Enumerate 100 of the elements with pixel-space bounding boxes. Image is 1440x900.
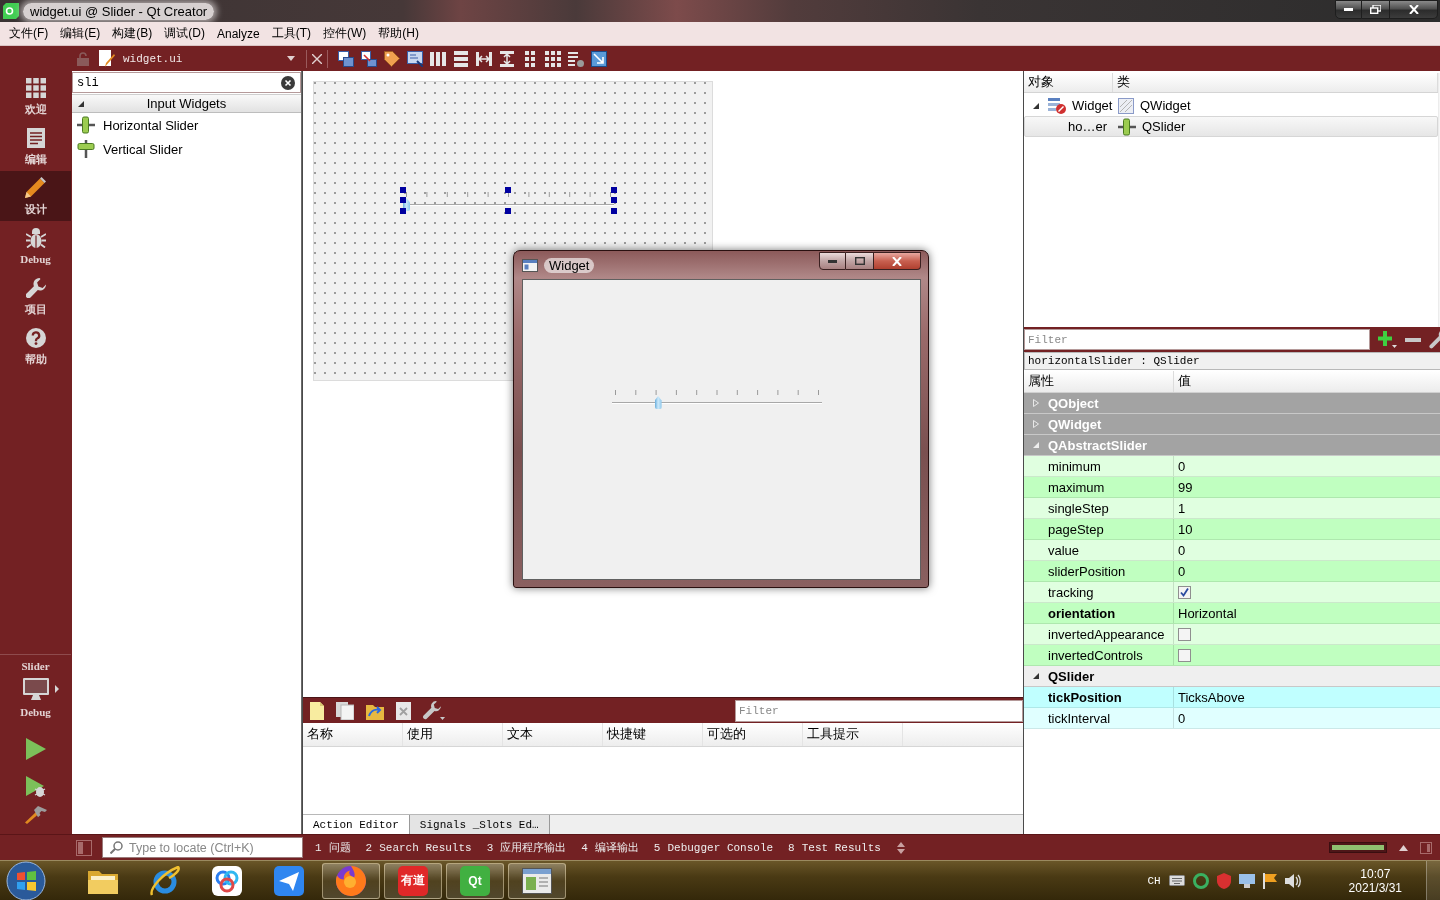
column-header[interactable]: 对象: [1024, 73, 1113, 92]
property-row[interactable]: orientation Horizontal: [1024, 603, 1440, 624]
hammer-icon[interactable]: [24, 806, 47, 824]
mode-button[interactable]: 欢迎: [0, 71, 71, 121]
tab[interactable]: Action Editor: [303, 815, 410, 834]
column-header[interactable]: 可选的: [703, 723, 803, 746]
clock-time[interactable]: 10:07: [1360, 866, 1391, 881]
resize-arrow-icon[interactable]: [591, 50, 607, 67]
column-header[interactable]: 属性: [1024, 371, 1174, 392]
selection-handle[interactable]: [611, 208, 617, 214]
selection-handle[interactable]: [400, 197, 406, 203]
property-row[interactable]: tickPosition TicksAbove: [1024, 687, 1440, 708]
property-row[interactable]: value 0: [1024, 540, 1440, 561]
windows-line-icon[interactable]: [361, 50, 377, 67]
taskbar-button[interactable]: [508, 862, 566, 899]
column-header[interactable]: 快捷键: [603, 723, 703, 746]
minimize-button[interactable]: [1335, 0, 1362, 19]
filter-field[interactable]: sli: [72, 72, 301, 93]
property-row[interactable]: invertedAppearance: [1024, 624, 1440, 645]
locate-field[interactable]: Type to locate (Ctrl+K): [102, 837, 303, 858]
mode-button[interactable]: 项目: [0, 271, 71, 321]
tag-icon[interactable]: [384, 50, 400, 67]
property-row[interactable]: tickInterval 0: [1024, 708, 1440, 729]
expanded-arrow-icon[interactable]: [1033, 673, 1039, 679]
shield-icon[interactable]: [1216, 872, 1231, 889]
mode-button[interactable]: 帮助: [0, 321, 71, 371]
filter-field[interactable]: Filter: [735, 699, 1023, 722]
selection-handle[interactable]: [611, 197, 617, 203]
copy-documents-icon[interactable]: [336, 701, 354, 720]
menu-item[interactable]: 工具(T): [265, 25, 318, 42]
selection-handle[interactable]: [400, 187, 406, 193]
property-row[interactable]: singleStep 1: [1024, 498, 1440, 519]
category-header[interactable]: Input Widgets: [72, 94, 301, 113]
horizontal-bars-icon[interactable]: [453, 50, 469, 67]
wrench-icon[interactable]: [423, 700, 445, 721]
keyboard-icon[interactable]: [1168, 875, 1185, 886]
property-row[interactable]: minimum 0: [1024, 456, 1440, 477]
selection-handle[interactable]: [400, 208, 406, 214]
output-pane-button[interactable]: 3 应用程序输出: [486, 840, 567, 855]
window-lines-icon[interactable]: [407, 50, 423, 67]
delete-document-icon[interactable]: [396, 701, 411, 720]
property-row[interactable]: tracking: [1024, 582, 1440, 603]
output-pane-button[interactable]: 8 Test Results: [788, 840, 881, 855]
language-indicator[interactable]: CH: [1147, 874, 1161, 887]
up-down-arrows-icon[interactable]: [896, 841, 905, 854]
property-row[interactable]: sliderPosition 0: [1024, 561, 1440, 582]
checkbox[interactable]: [1178, 627, 1191, 641]
tree-row[interactable]: ho…er QSlider: [1024, 116, 1438, 137]
output-pane-button[interactable]: 1 问题: [315, 840, 351, 855]
caret-icon[interactable]: [54, 685, 59, 693]
horizontal-split-icon[interactable]: [476, 50, 492, 67]
expanded-arrow-icon[interactable]: [1033, 102, 1039, 109]
menu-item[interactable]: 调试(D): [158, 25, 211, 42]
mode-button[interactable]: 编辑: [0, 121, 71, 171]
slider-thumb[interactable]: [654, 396, 662, 409]
column-header[interactable]: 值: [1174, 371, 1440, 392]
start-orb-icon[interactable]: [6, 860, 46, 900]
output-pane-button[interactable]: 5 Debugger Console: [653, 840, 774, 855]
column-header[interactable]: 名称: [303, 723, 403, 746]
close-icon[interactable]: [312, 53, 322, 64]
tab[interactable]: Signals _Slots Ed…: [409, 815, 550, 834]
output-pane-button[interactable]: 2 Search Results: [365, 840, 472, 855]
show-desktop-button[interactable]: [1426, 861, 1440, 900]
close-button[interactable]: [874, 252, 921, 270]
expanded-arrow-icon[interactable]: [78, 100, 84, 107]
widget-list-item[interactable]: Vertical Slider: [72, 137, 301, 161]
column-header[interactable]: 文本: [503, 723, 603, 746]
vertical-bars-icon[interactable]: [430, 50, 446, 67]
minus-icon[interactable]: [1405, 337, 1421, 342]
document-selector[interactable]: widget.ui: [121, 48, 301, 69]
ring-icon[interactable]: [1192, 872, 1209, 889]
flag-icon[interactable]: [1262, 872, 1277, 889]
up-arrow-icon[interactable]: [1399, 844, 1408, 851]
panel-toggle-icon[interactable]: [1420, 841, 1432, 854]
screen-icon[interactable]: [1238, 873, 1255, 888]
column-header[interactable]: 使用: [403, 723, 503, 746]
menu-item[interactable]: 帮助(H): [372, 25, 426, 42]
selection-handle[interactable]: [505, 208, 511, 214]
filter-field[interactable]: Filter: [1024, 329, 1370, 350]
menu-item[interactable]: 构建(B): [106, 25, 159, 42]
property-row[interactable]: invertedControls: [1024, 645, 1440, 666]
selection-handle[interactable]: [611, 187, 617, 193]
output-pane-button[interactable]: 4 编译输出: [581, 840, 639, 855]
vertical-split-icon[interactable]: [499, 50, 515, 67]
close-button[interactable]: [1390, 0, 1438, 19]
mode-button[interactable]: 设计: [0, 171, 71, 221]
minimize-button[interactable]: [819, 252, 846, 270]
grid-squares-icon[interactable]: [545, 50, 561, 67]
property-group-header[interactable]: QSlider: [1024, 666, 1440, 687]
play-bug-icon[interactable]: [25, 776, 46, 798]
checkbox[interactable]: [1178, 648, 1191, 662]
column-header[interactable]: 工具提示: [803, 723, 903, 746]
widget-list-item[interactable]: Horizontal Slider: [72, 113, 301, 137]
plus-icon[interactable]: [1378, 330, 1397, 349]
clear-icon[interactable]: [281, 75, 295, 90]
property-row[interactable]: maximum 99: [1024, 477, 1440, 498]
speaker-icon[interactable]: [1284, 873, 1301, 888]
mode-button[interactable]: Debug: [0, 221, 71, 271]
two-column-squares-icon[interactable]: [522, 50, 538, 67]
maximize-button[interactable]: [846, 252, 874, 270]
